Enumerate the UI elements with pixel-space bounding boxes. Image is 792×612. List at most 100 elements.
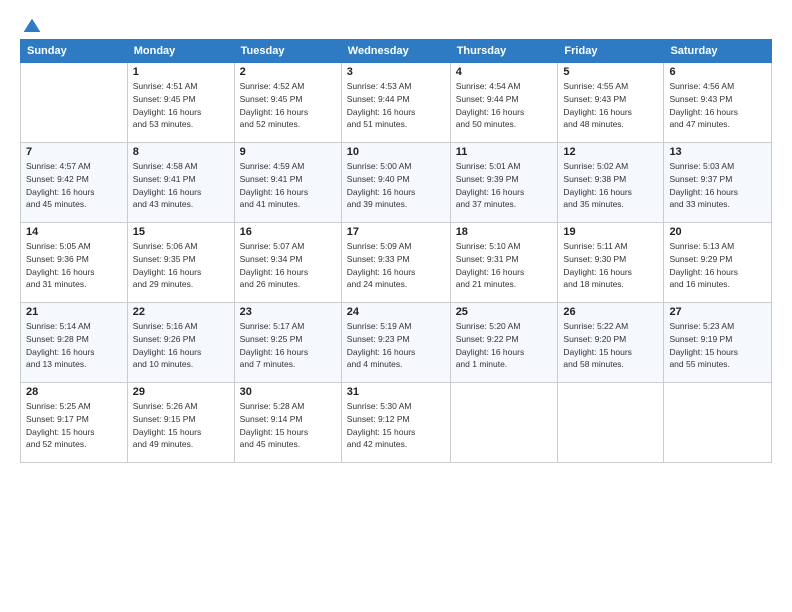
day-number: 20 [669,226,766,238]
calendar-day-cell: 17 Sunrise: 5:09 AM Sunset: 9:33 PM Dayli… [341,223,450,303]
calendar-week-row: 14 Sunrise: 5:05 AM Sunset: 9:36 PM Dayli… [21,223,772,303]
day-number: 26 [563,306,658,318]
day-number: 3 [347,66,445,78]
calendar-week-row: 21 Sunrise: 5:14 AM Sunset: 9:28 PM Dayli… [21,303,772,383]
day-number: 11 [456,146,553,158]
calendar-day-cell: 7Sunrise: 4:57 AM Sunset: 9:42 PM Daylig… [21,143,128,223]
day-number: 6 [669,66,766,78]
day-of-week-header: Wednesday [341,40,450,63]
calendar-day-cell: 8 Sunrise: 4:58 AM Sunset: 9:41 PM Daylig… [127,143,234,223]
calendar-day-cell: 12 Sunrise: 5:02 AM Sunset: 9:38 PM Dayli… [558,143,664,223]
day-number: 25 [456,306,553,318]
calendar-day-cell: 31 Sunrise: 5:30 AM Sunset: 9:12 PM Dayli… [341,383,450,463]
day-number: 21 [26,306,122,318]
calendar-day-cell: 21 Sunrise: 5:14 AM Sunset: 9:28 PM Dayli… [21,303,128,383]
day-of-week-header: Tuesday [234,40,341,63]
calendar-day-cell: 4Sunrise: 4:54 AM Sunset: 9:44 PM Daylig… [450,63,558,143]
calendar-week-row: 1Sunrise: 4:51 AM Sunset: 9:45 PM Daylig… [21,63,772,143]
day-number: 27 [669,306,766,318]
day-info: Sunrise: 5:10 AM Sunset: 9:31 PM Dayligh… [456,240,553,291]
day-info: Sunrise: 5:26 AM Sunset: 9:15 PM Dayligh… [133,400,229,451]
day-number: 1 [133,66,229,78]
day-number: 22 [133,306,229,318]
day-info: Sunrise: 5:19 AM Sunset: 9:23 PM Dayligh… [347,320,445,371]
day-number: 17 [347,226,445,238]
day-info: Sunrise: 5:16 AM Sunset: 9:26 PM Dayligh… [133,320,229,371]
day-info: Sunrise: 5:00 AM Sunset: 9:40 PM Dayligh… [347,160,445,211]
calendar-day-cell: 3 Sunrise: 4:53 AM Sunset: 9:44 PM Daylig… [341,63,450,143]
day-info: Sunrise: 4:59 AM Sunset: 9:41 PM Dayligh… [240,160,336,211]
calendar-day-cell: 5 Sunrise: 4:55 AM Sunset: 9:43 PM Daylig… [558,63,664,143]
calendar-day-cell: 19 Sunrise: 5:11 AM Sunset: 9:30 PM Dayli… [558,223,664,303]
day-number: 5 [563,66,658,78]
calendar-day-cell [664,383,772,463]
calendar-day-cell: 20 Sunrise: 5:13 AM Sunset: 9:29 PM Dayli… [664,223,772,303]
calendar-day-cell: 9 Sunrise: 4:59 AM Sunset: 9:41 PM Daylig… [234,143,341,223]
day-number: 24 [347,306,445,318]
day-info: Sunrise: 4:55 AM Sunset: 9:43 PM Dayligh… [563,80,658,131]
calendar-day-cell [558,383,664,463]
day-of-week-header: Friday [558,40,664,63]
day-number: 2 [240,66,336,78]
day-info: Sunrise: 4:58 AM Sunset: 9:41 PM Dayligh… [133,160,229,211]
calendar-day-cell: 6 Sunrise: 4:56 AM Sunset: 9:43 PM Daylig… [664,63,772,143]
calendar-day-cell: 24 Sunrise: 5:19 AM Sunset: 9:23 PM Dayli… [341,303,450,383]
day-of-week-header: Saturday [664,40,772,63]
day-number: 8 [133,146,229,158]
day-of-week-header: Monday [127,40,234,63]
day-info: Sunrise: 5:14 AM Sunset: 9:28 PM Dayligh… [26,320,122,371]
day-of-week-header: Sunday [21,40,128,63]
day-info: Sunrise: 4:52 AM Sunset: 9:45 PM Dayligh… [240,80,336,131]
day-number: 10 [347,146,445,158]
calendar-day-cell [450,383,558,463]
logo [20,16,42,31]
calendar-week-row: 7Sunrise: 4:57 AM Sunset: 9:42 PM Daylig… [21,143,772,223]
day-info: Sunrise: 4:53 AM Sunset: 9:44 PM Dayligh… [347,80,445,131]
calendar-day-cell: 2 Sunrise: 4:52 AM Sunset: 9:45 PM Daylig… [234,63,341,143]
calendar-day-cell: 28 Sunrise: 5:25 AM Sunset: 9:17 PM Dayli… [21,383,128,463]
calendar-day-cell: 27 Sunrise: 5:23 AM Sunset: 9:19 PM Dayli… [664,303,772,383]
day-info: Sunrise: 5:25 AM Sunset: 9:17 PM Dayligh… [26,400,122,451]
day-number: 19 [563,226,658,238]
day-number: 4 [456,66,553,78]
day-info: Sunrise: 5:23 AM Sunset: 9:19 PM Dayligh… [669,320,766,371]
calendar-day-cell: 29 Sunrise: 5:26 AM Sunset: 9:15 PM Dayli… [127,383,234,463]
day-info: Sunrise: 5:03 AM Sunset: 9:37 PM Dayligh… [669,160,766,211]
calendar-day-cell [21,63,128,143]
day-number: 9 [240,146,336,158]
day-number: 30 [240,386,336,398]
day-info: Sunrise: 5:06 AM Sunset: 9:35 PM Dayligh… [133,240,229,291]
calendar-day-cell: 10 Sunrise: 5:00 AM Sunset: 9:40 PM Dayli… [341,143,450,223]
day-number: 31 [347,386,445,398]
day-number: 14 [26,226,122,238]
calendar-table: SundayMondayTuesdayWednesdayThursdayFrid… [20,39,772,463]
day-info: Sunrise: 4:56 AM Sunset: 9:43 PM Dayligh… [669,80,766,131]
day-number: 28 [26,386,122,398]
calendar-day-cell: 11 Sunrise: 5:01 AM Sunset: 9:39 PM Dayli… [450,143,558,223]
day-info: Sunrise: 5:30 AM Sunset: 9:12 PM Dayligh… [347,400,445,451]
header [20,16,772,31]
logo-text [20,16,42,37]
day-info: Sunrise: 5:09 AM Sunset: 9:33 PM Dayligh… [347,240,445,291]
day-info: Sunrise: 5:11 AM Sunset: 9:30 PM Dayligh… [563,240,658,291]
calendar-day-cell: 14 Sunrise: 5:05 AM Sunset: 9:36 PM Dayli… [21,223,128,303]
calendar-day-cell: 25 Sunrise: 5:20 AM Sunset: 9:22 PM Dayli… [450,303,558,383]
day-number: 13 [669,146,766,158]
day-of-week-header: Thursday [450,40,558,63]
day-info: Sunrise: 5:05 AM Sunset: 9:36 PM Dayligh… [26,240,122,291]
day-info: Sunrise: 5:02 AM Sunset: 9:38 PM Dayligh… [563,160,658,211]
day-info: Sunrise: 5:17 AM Sunset: 9:25 PM Dayligh… [240,320,336,371]
day-info: Sunrise: 5:01 AM Sunset: 9:39 PM Dayligh… [456,160,553,211]
day-number: 7 [26,146,122,158]
day-info: Sunrise: 5:13 AM Sunset: 9:29 PM Dayligh… [669,240,766,291]
day-number: 29 [133,386,229,398]
calendar-day-cell: 13 Sunrise: 5:03 AM Sunset: 9:37 PM Dayli… [664,143,772,223]
calendar-day-cell: 23 Sunrise: 5:17 AM Sunset: 9:25 PM Dayli… [234,303,341,383]
day-number: 12 [563,146,658,158]
calendar-day-cell: 26Sunrise: 5:22 AM Sunset: 9:20 PM Dayli… [558,303,664,383]
day-number: 23 [240,306,336,318]
calendar-day-cell: 15Sunrise: 5:06 AM Sunset: 9:35 PM Dayli… [127,223,234,303]
day-info: Sunrise: 5:28 AM Sunset: 9:14 PM Dayligh… [240,400,336,451]
calendar-header-row: SundayMondayTuesdayWednesdayThursdayFrid… [21,40,772,63]
day-info: Sunrise: 5:20 AM Sunset: 9:22 PM Dayligh… [456,320,553,371]
